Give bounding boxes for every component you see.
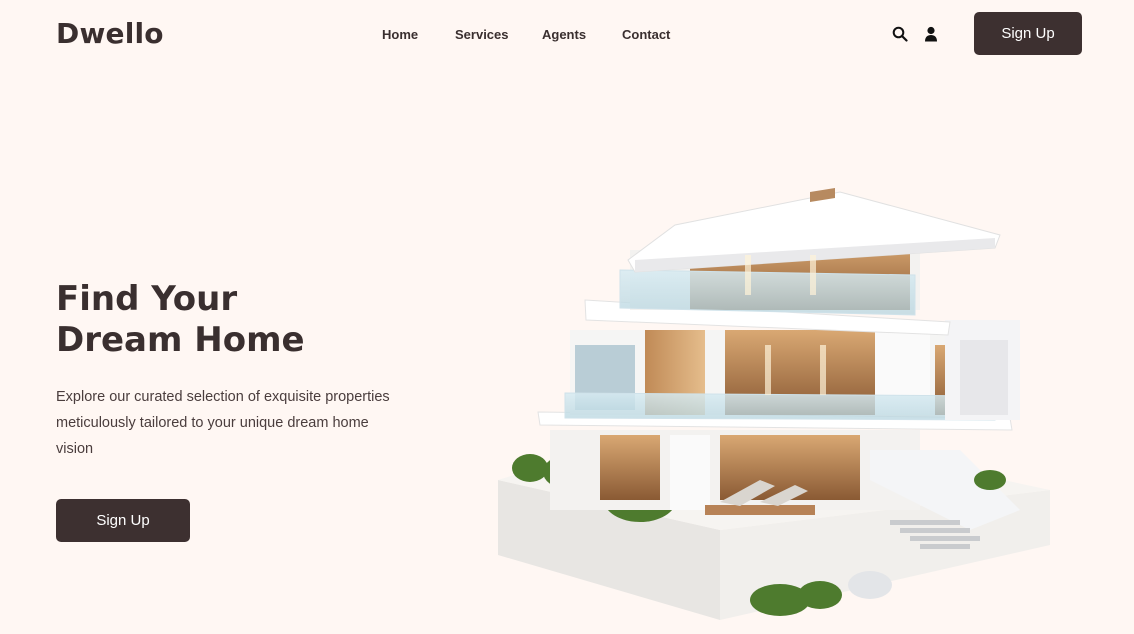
site-header: Dwello Home Services Agents Contact Sign… — [0, 0, 1134, 70]
hero-title: Find Your Dream Home — [56, 279, 386, 361]
page: Dwello Home Services Agents Contact Sign… — [0, 0, 1134, 634]
user-icon[interactable] — [922, 25, 940, 43]
search-icon[interactable] — [891, 25, 909, 43]
hero-signup-button[interactable]: Sign Up — [56, 499, 190, 542]
nav-item-home[interactable]: Home — [382, 26, 455, 44]
hero-description: Explore our curated selection of exquisi… — [56, 389, 390, 457]
main-nav: Home Services Agents Contact — [382, 26, 682, 44]
logo[interactable]: Dwello — [56, 14, 164, 54]
nav-item-contact[interactable]: Contact — [622, 26, 682, 44]
header-signup-button[interactable]: Sign Up — [974, 12, 1082, 55]
hero-title-line-2: Dream Home — [56, 320, 305, 360]
hero-title-line-1: Find Your — [56, 279, 238, 319]
hero-house-image — [490, 180, 1060, 625]
nav-item-agents[interactable]: Agents — [542, 26, 622, 44]
nav-item-services[interactable]: Services — [455, 26, 542, 44]
